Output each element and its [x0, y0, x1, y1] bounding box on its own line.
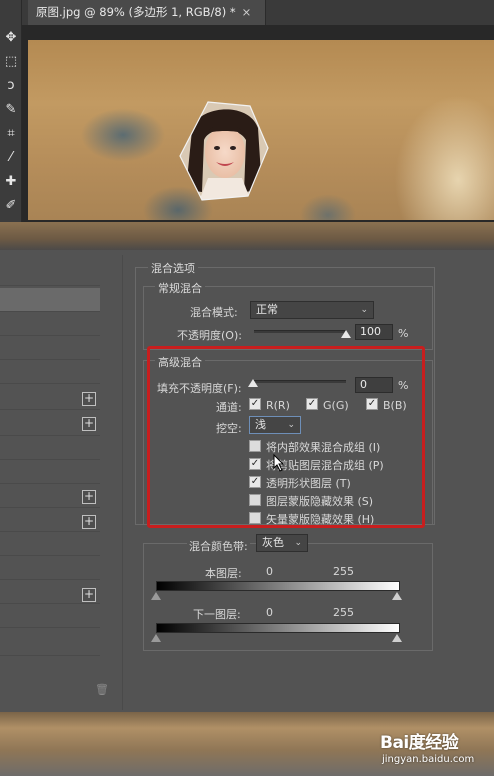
this-layer-min: 0	[266, 565, 273, 578]
portrait-hexagon-image	[179, 101, 269, 201]
add-style-plus-icon[interactable]: +	[82, 588, 96, 602]
healing-icon[interactable]: ✚	[3, 174, 19, 190]
list-item[interactable]	[0, 360, 100, 384]
list-item[interactable]	[0, 312, 100, 336]
chevron-down-icon: ⌄	[294, 538, 302, 548]
blend-if-select[interactable]: 灰色 ⌄	[256, 534, 308, 552]
blend-mode-select[interactable]: 正常 ⌄	[250, 301, 374, 319]
this-layer-min-thumb[interactable]	[151, 592, 161, 600]
add-style-plus-icon[interactable]: +	[82, 392, 96, 406]
tools-panel: ✥ ⬚ ↄ ✎ ⌗ ⁄ ✚ ✐	[0, 0, 22, 225]
add-style-plus-icon[interactable]: +	[82, 490, 96, 504]
list-item[interactable]	[0, 604, 100, 628]
add-style-plus-icon[interactable]: +	[82, 515, 96, 529]
styles-list-panel	[0, 250, 118, 710]
opacity-label: 不透明度(O):	[177, 329, 242, 342]
this-layer-label: 本图层:	[205, 567, 242, 580]
list-item[interactable]	[0, 336, 100, 360]
eyedropper-icon[interactable]: ⁄	[3, 150, 19, 166]
blending-options-title: 混合选项	[148, 260, 198, 276]
quick-select-icon[interactable]: ✎	[3, 102, 19, 118]
list-item[interactable]	[0, 250, 100, 286]
chevron-down-icon: ⌄	[360, 305, 368, 315]
watermark-logo: Bai度经验	[380, 733, 459, 753]
move-icon[interactable]: ✥	[3, 30, 19, 46]
add-style-plus-icon[interactable]: +	[82, 417, 96, 431]
blend-mode-value: 正常	[256, 303, 278, 316]
underlying-layer-max: 255	[333, 606, 354, 619]
this-layer-max: 255	[333, 565, 354, 578]
document-tab-bar: 原图.jpg @ 89% (多边形 1, RGB/8) * ×	[22, 0, 494, 25]
underlying-layer-label: 下一图层:	[193, 608, 241, 621]
trash-icon[interactable]: 🗑	[95, 683, 109, 697]
blend-mode-label: 混合模式:	[190, 306, 238, 319]
opacity-slider-thumb[interactable]	[341, 330, 351, 338]
lasso-icon[interactable]: ↄ	[3, 78, 19, 94]
marquee-icon[interactable]: ⬚	[3, 54, 19, 70]
baidu-jingyan-watermark: Bai度经验 jingyan.baidu.com	[380, 728, 490, 772]
advanced-blending-highlight	[147, 346, 425, 528]
list-item[interactable]	[0, 460, 100, 484]
list-item[interactable]	[0, 436, 100, 460]
underlying-layer-max-thumb[interactable]	[392, 634, 402, 642]
crop-icon[interactable]: ⌗	[3, 126, 19, 142]
underlying-layer-gradient-bar[interactable]	[156, 623, 400, 633]
underlying-layer-min: 0	[266, 606, 273, 619]
list-item-selected[interactable]	[0, 288, 100, 312]
underlying-layer-min-thumb[interactable]	[151, 634, 161, 642]
list-item[interactable]	[0, 532, 100, 556]
this-layer-gradient-bar[interactable]	[156, 581, 400, 591]
blend-if-value: 灰色	[262, 536, 284, 549]
close-icon[interactable]: ×	[242, 5, 252, 19]
opacity-unit: %	[398, 327, 409, 340]
document-canvas[interactable]	[28, 40, 494, 220]
blend-if-label: 混合颜色带:	[187, 538, 250, 554]
document-tab[interactable]: 原图.jpg @ 89% (多边形 1, RGB/8) * ×	[28, 0, 266, 25]
document-tab-title: 原图.jpg @ 89% (多边形 1, RGB/8) *	[36, 5, 236, 19]
list-item[interactable]	[0, 628, 100, 656]
this-layer-max-thumb[interactable]	[392, 592, 402, 600]
canvas-bottom-strip	[0, 222, 494, 250]
list-item[interactable]	[0, 556, 100, 580]
brush-icon[interactable]: ✐	[3, 198, 19, 214]
watermark-url: jingyan.baidu.com	[382, 754, 475, 765]
opacity-slider[interactable]	[254, 330, 346, 333]
general-blending-legend: 常规混合	[155, 280, 205, 296]
blend-if-group	[143, 543, 433, 651]
opacity-input[interactable]: 100	[355, 324, 393, 340]
